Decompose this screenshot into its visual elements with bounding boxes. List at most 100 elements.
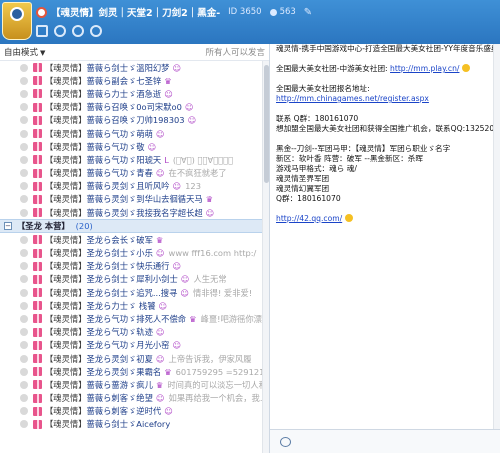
notice-link[interactable]: http://mm.chinagames.net/register.aspx: [276, 94, 429, 103]
member-row[interactable]: 【魂灵情】 圣龙ら会长ゞ破军 ♛: [0, 233, 262, 246]
member-badge-icon: ♛: [155, 379, 164, 390]
member-row[interactable]: 【魂灵情】 圣龙ら剑士ゞ追咒...搜寻 ☺ 情非得! 爱非爱!: [0, 286, 262, 299]
member-scrollbar-thumb[interactable]: [264, 65, 269, 183]
notice-line: 黑金--刀剑--军团马甲：【魂灵情】军团ら职业ゞ名字: [276, 144, 451, 153]
member-badge-icon: ♛: [164, 366, 172, 377]
member-row[interactable]: 【魂灵情】 圣龙ら力士ゞ 栈饕 ☺: [0, 299, 262, 312]
member-row[interactable]: 【魂灵情】 蔷薇ら剑士ゞAicefory: [0, 418, 262, 431]
channel-notice: 魂灵情-携手中国游戏中心-打造全国最大美女社团-YY年度音乐盛典 全国最大美女社…: [276, 44, 494, 429]
gift-icon: [33, 194, 42, 204]
mode-select[interactable]: 自由模式 ▼: [4, 46, 45, 58]
member-prefix: 【魂灵情】: [45, 141, 87, 152]
member-row[interactable]: 【魂灵情】 蔷薇ら气功ゞ青春 ☺ 在不疯狂就老了: [0, 167, 262, 180]
member-name: 蔷薇ら气功ゞ敬: [86, 141, 145, 152]
status-dot-icon: [20, 63, 28, 72]
member-row[interactable]: 【魂灵情】 圣龙ら剑士ゞ快乐通行 ☺: [0, 260, 262, 273]
share-icon[interactable]: [36, 25, 48, 37]
member-badge-icon: ☺: [205, 207, 215, 218]
status-dot-icon: [20, 169, 28, 178]
member-scrollbar[interactable]: [262, 61, 269, 453]
search-icon[interactable]: [90, 25, 102, 37]
member-row[interactable]: 【魂灵情】 圣龙ら气功ゞ排死人不偿命 ♛ 峰噩!吧游徭你漂: [0, 312, 262, 325]
member-name: 圣龙ら剑士ゞ追咒...搜寻: [86, 287, 178, 298]
member-row[interactable]: 【魂灵情】 圣龙ら剑士ゞ犀利小剑士 ☺ 人生无常: [0, 273, 262, 286]
member-row[interactable]: 【魂灵情】 圣龙ら气功ゞ月光小窑 ☺: [0, 339, 262, 352]
gift-icon: [33, 327, 42, 337]
member-row[interactable]: 【魂灵情】 蔷薇ら灵剑ゞ我接我名字超长超 ☺: [0, 206, 262, 219]
gift-icon: [33, 288, 42, 298]
member-badge-icon: ☺: [172, 181, 182, 192]
member-row[interactable]: 【魂灵情】 蔷薇ら灵剑ゞ到华山去徊循天马 ♛: [0, 193, 262, 206]
member-badge-icon: L: [164, 154, 169, 165]
member-badge-icon: ☺: [172, 62, 182, 73]
member-row[interactable]: 【魂灵情】 圣龙ら灵剑ゞ初夏 ☺ 上帝告诉我，伊家风履: [0, 352, 262, 365]
status-dot-icon: [20, 301, 28, 310]
gift-icon: [33, 129, 42, 139]
notice-link[interactable]: http://42.qq.com/: [276, 214, 342, 223]
member-row[interactable]: 【魂灵情】 蔷薇ら召唤ゞ0o司宋默o0 ☺: [0, 101, 262, 114]
member-row[interactable]: 【魂灵情】 蔷薇ら召唤ゞ刀帅198303 ☺: [0, 114, 262, 127]
notice-line: 想加盟全国最大美女社团和获得全国推广机会，联系QQ:1325207588: [276, 124, 494, 133]
group-name: 【圣龙 本营】: [17, 221, 70, 232]
member-row[interactable]: 【魂灵情】 蔷薇ら气功ゞ萌萌 ☺: [0, 127, 262, 140]
gift-icon: [33, 301, 42, 311]
channel-title: 【魂灵情】剑灵｜天堂2｜刀剑2｜黑金-: [51, 8, 221, 19]
notice-line: 游戏马甲格式：魂ら 魂/: [276, 164, 357, 173]
chevron-down-icon: ▼: [40, 49, 46, 57]
member-signature: 601759295 =5291212: [175, 366, 262, 377]
member-row[interactable]: 【魂灵情】蔷薇ら蔷游ゞ疯儿♛时间真的可以淡忘一切人和事: [0, 378, 262, 391]
member-prefix: 【魂灵情】: [45, 154, 87, 165]
status-dot-icon: [20, 380, 28, 389]
status-dot-icon: [20, 249, 28, 258]
notice-line: 全国最大美女社团报名地址:: [276, 84, 370, 93]
member-row[interactable]: 【魂灵情】 蔷薇ら刺客ゞ绝望 ☺ 如果再给我一个机会，我...: [0, 392, 262, 405]
member-badge-icon: ♛: [189, 313, 197, 324]
member-prefix: 【魂灵情】: [45, 379, 87, 390]
member-row[interactable]: 【魂灵情】 蔷薇ら气功ゞ敬 ☺: [0, 140, 262, 153]
member-name: 圣龙ら气功ゞ排死人不偿命: [86, 313, 187, 324]
member-prefix: 【魂灵情】: [45, 419, 87, 430]
member-row[interactable]: 【魂灵情】 蔷薇ら气功ゞ阳琥天 L (ﾟ∀ﾟ) 〈ﾟ∀ﾟ〉（ﾟ: [0, 153, 262, 166]
gift-icon: [33, 354, 42, 364]
mode-bar: 自由模式 ▼ 所有人可以发言: [0, 44, 269, 61]
notice-line: 魂灵情圣界军团: [276, 174, 330, 183]
member-count-value: 563: [279, 7, 296, 17]
member-prefix: 【魂灵情】: [45, 194, 87, 205]
status-dot-icon: [20, 394, 28, 403]
gift-icon: [33, 380, 42, 390]
member-row[interactable]: 【魂灵情】 圣龙ら灵剑ゞ果霸名 ♛ 601759295 =5291212: [0, 365, 262, 378]
member-badge-icon: ☺: [155, 327, 165, 338]
channel-logo[interactable]: [2, 2, 32, 40]
notice-line: 全国最大美女社团-中游美女社团: http://mm.play.cn/: [276, 64, 494, 74]
notice-line: http://mm.chinagames.net/register.aspx: [276, 94, 494, 104]
status-dot-icon: [20, 314, 28, 323]
member-row[interactable]: 【魂灵情】 蔷薇ら灵剑ゞ且听风吟 ☺ 123: [0, 180, 262, 193]
member-row[interactable]: 【魂灵情】 蔷薇ら剑士ゞ溫阳幻梦 ☺: [0, 61, 262, 74]
status-dot-icon: [20, 235, 28, 244]
member-signature: 峰噩!吧游徭你漂: [200, 313, 262, 324]
member-name: 圣龙ら力士ゞ 栈饕: [86, 300, 156, 311]
notice-link[interactable]: http://mm.play.cn/: [390, 64, 459, 73]
chat-composer[interactable]: [270, 429, 500, 453]
chat-bubble-icon[interactable]: [280, 436, 291, 447]
status-dot-icon: [20, 76, 28, 85]
member-name: 蔷薇ら召唤ゞ0o司宋默o0: [86, 102, 182, 113]
member-badge-icon: ☺: [155, 393, 165, 404]
status-dot-icon: [20, 328, 28, 337]
collapse-icon[interactable]: −: [4, 222, 12, 231]
member-row[interactable]: 【魂灵情】 蔷薇ら力士ゞ酒急逝 ☺: [0, 87, 262, 100]
edit-icon[interactable]: ✎: [304, 7, 312, 18]
status-dot-icon: [20, 129, 28, 138]
member-row[interactable]: 【魂灵情】 蔷薇ら副会ゞ七圣锌 ♛: [0, 74, 262, 87]
member-badge-icon: ☺: [172, 261, 182, 272]
chat-scrollbar[interactable]: [493, 44, 500, 429]
gift-icon: [33, 367, 42, 377]
location-icon[interactable]: [54, 25, 66, 37]
status-dot-icon: [20, 155, 28, 164]
member-row[interactable]: 【魂灵情】 蔷薇ら刺客ゞ逆时代 ☺: [0, 405, 262, 418]
settings-icon[interactable]: [72, 25, 84, 37]
group-header[interactable]: − 【圣龙 本营】 (20): [0, 219, 262, 234]
member-prefix: 【魂灵情】: [45, 340, 87, 351]
member-row[interactable]: 【魂灵情】 圣龙ら气功ゞ轨迹 ☺: [0, 326, 262, 339]
member-row[interactable]: 【魂灵情】 圣龙ら剑士ゞ小乐 ☺ www fff16.com http:/: [0, 246, 262, 259]
